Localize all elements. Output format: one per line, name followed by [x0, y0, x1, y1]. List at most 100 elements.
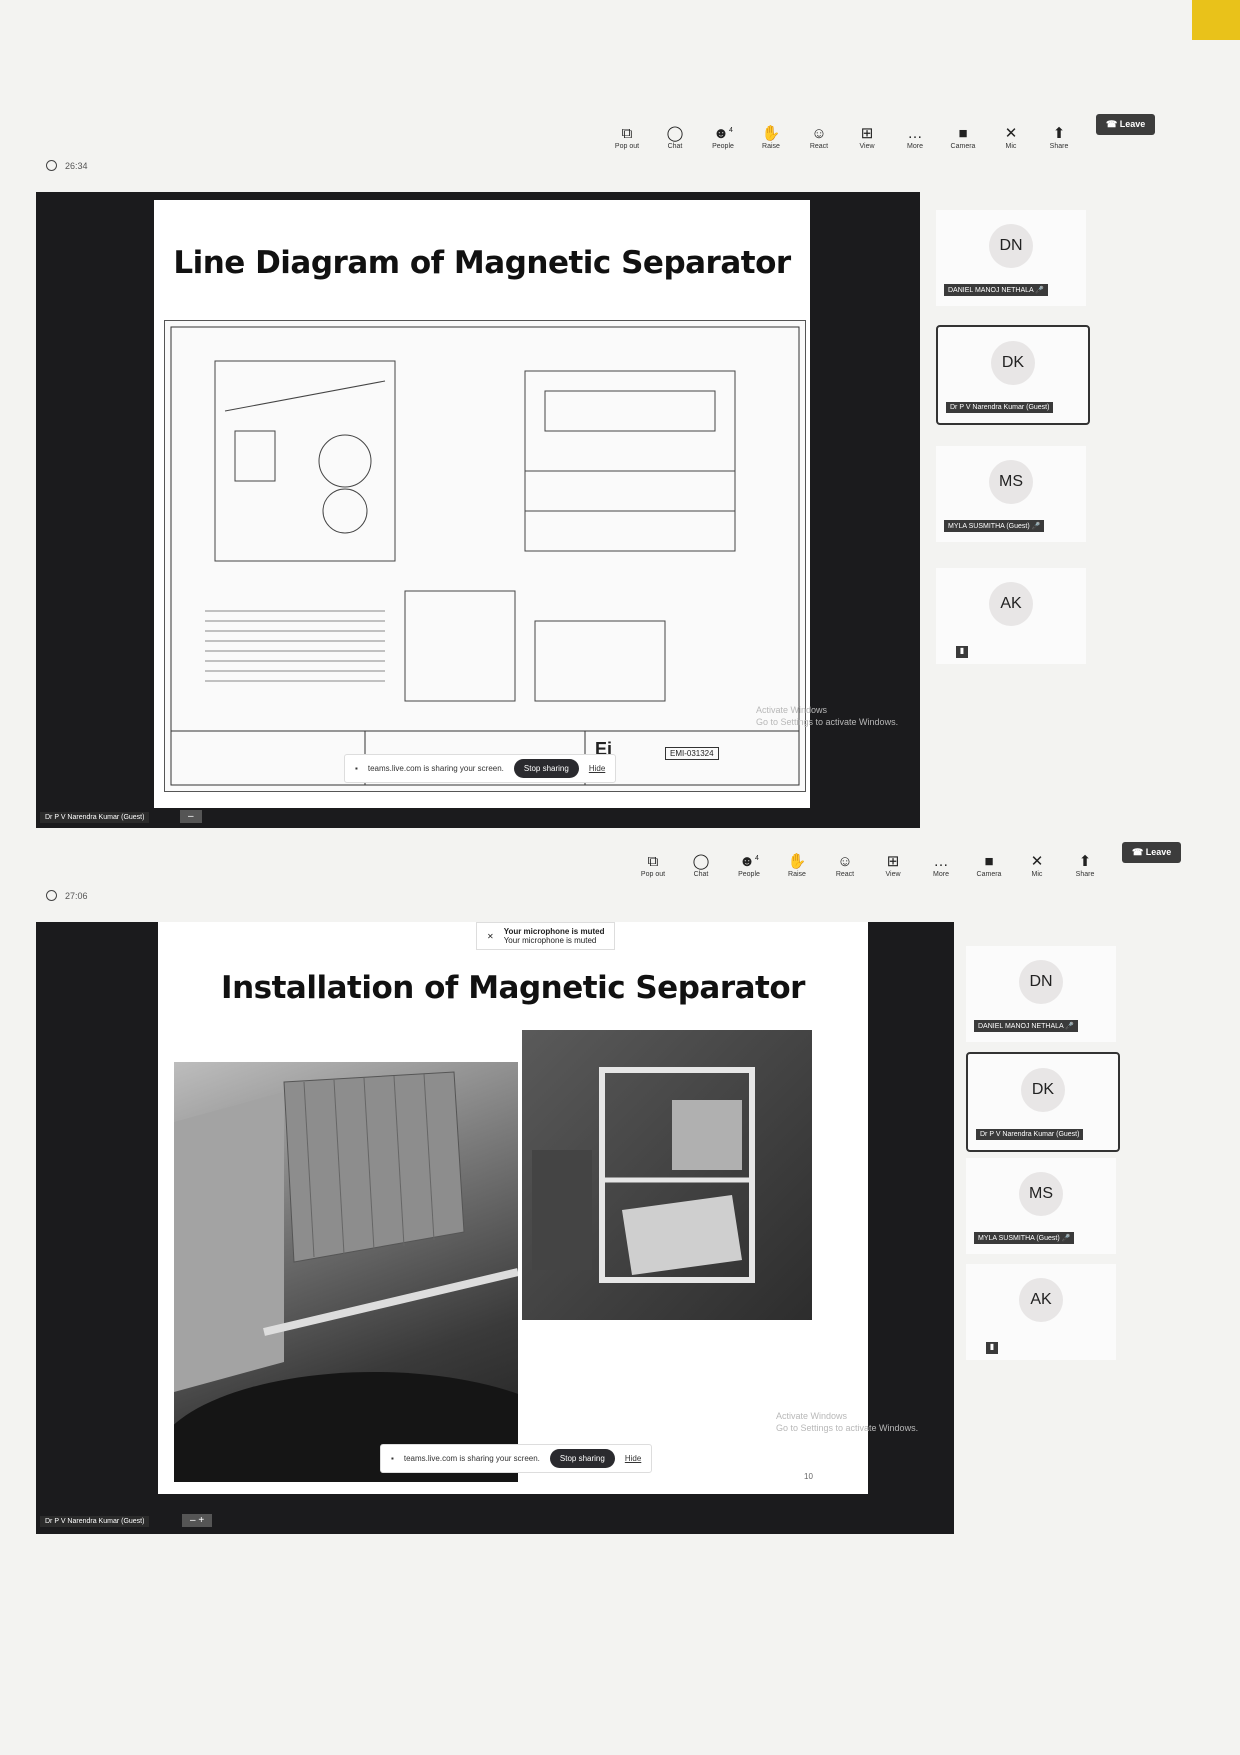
view-icon: ⊞ — [860, 125, 874, 142]
activate-windows-watermark: Activate Windows Go to Settings to activ… — [756, 705, 899, 727]
chat-button[interactable]: ◯ Chat — [658, 125, 692, 150]
more-button[interactable]: … More — [898, 125, 932, 150]
slide-title: Line Diagram of Magnetic Separator — [173, 245, 791, 281]
participant-tile[interactable]: DN DANIEL MANOJ NETHALA 🎤 — [966, 946, 1116, 1042]
camera-off-icon: ■ — [984, 853, 994, 870]
pop-out-button[interactable]: ⧉ Pop out — [610, 125, 644, 150]
participant-tile[interactable]: MS MYLA SUSMITHA (Guest) 🎤 — [966, 1158, 1116, 1254]
record-icon — [46, 160, 57, 171]
mic-button[interactable]: ✕ Mic — [1020, 853, 1054, 878]
react-icon: ☺ — [837, 853, 853, 870]
photo-detail — [154, 1071, 594, 1552]
meeting-toolbar: ⧉ Pop out ◯ Chat ☻4 People ✋ Raise ☺ React ⊞ V… — [636, 826, 1182, 878]
participants-panel: DN DANIEL MANOJ NETHALA 🎤 DK Dr P V Nare… — [936, 210, 1091, 710]
mic-muted-icon: ▮ — [986, 1342, 998, 1354]
view-icon: ⊞ — [886, 853, 900, 870]
leave-button[interactable]: ☎ Leave — [1096, 113, 1156, 135]
stop-sharing-button[interactable]: Stop sharing — [549, 1449, 615, 1468]
leave-button[interactable]: ☎ Leave — [1122, 841, 1182, 863]
drawing-lines — [170, 326, 800, 786]
hide-link[interactable]: Hide — [625, 1454, 641, 1463]
engineering-drawing: Ei EMI-031324 — [164, 320, 806, 792]
camera-button[interactable]: ■ Camera — [946, 125, 980, 150]
chat-icon: ◯ — [666, 125, 684, 142]
participant-name: DANIEL MANOJ NETHALA 🎤 — [944, 284, 1048, 296]
share-indicator-icon: ▪ — [355, 764, 358, 773]
camera-button[interactable]: ■ Camera — [972, 853, 1006, 878]
participant-tile[interactable]: AK ▮ — [966, 1264, 1116, 1360]
share-icon: ⬆ — [1052, 125, 1066, 142]
phone-icon: ☎ — [1106, 118, 1120, 129]
more-button[interactable]: … More — [924, 853, 958, 878]
share-indicator-icon: ▪ — [391, 1454, 394, 1463]
meeting-timer: 27:06 — [46, 890, 88, 901]
camera-off-icon: ■ — [958, 125, 968, 142]
presenter-name-tag: Dr P V Narendra Kumar (Guest) — [40, 812, 150, 823]
react-button[interactable]: ☺ React — [828, 853, 862, 878]
meeting-toolbar: ⧉ Pop out ◯ Chat ☻4 People ✋ Raise ☺ React ⊞ V… — [610, 98, 1156, 150]
mic-muted-icon: 🎤 — [1065, 1023, 1074, 1030]
participants-panel: DN DANIEL MANOJ NETHALA 🎤 DK Dr P V Nare… — [966, 946, 1121, 1366]
mic-button[interactable]: ✕ Mic — [994, 125, 1028, 150]
participant-tile[interactable]: DN DANIEL MANOJ NETHALA 🎤 — [936, 210, 1086, 306]
chat-button[interactable]: ◯ Chat — [684, 853, 718, 878]
installation-photo-exterior — [154, 1062, 594, 1552]
raise-button[interactable]: ✋ Raise — [754, 125, 788, 150]
more-icon: … — [907, 125, 923, 142]
view-button[interactable]: ⊞ View — [850, 125, 884, 150]
slide: Line Diagram of Magnetic Separator Ei EM… — [154, 200, 810, 808]
avatar: DK — [1021, 1068, 1065, 1112]
shared-screen-stage: Line Diagram of Magnetic Separator Ei EM… — [36, 192, 920, 828]
activate-windows-watermark: Activate Windows Go to Settings to activ… — [776, 1411, 919, 1433]
avatar: AK — [1019, 1278, 1063, 1322]
mic-off-icon: ✕ — [487, 931, 494, 941]
avatar: DN — [989, 224, 1033, 268]
raise-hand-icon: ✋ — [761, 125, 781, 142]
zoom-control[interactable]: – + — [182, 1514, 213, 1527]
participant-tile[interactable]: AK ▮ — [936, 568, 1086, 664]
participant-name: Dr P V Narendra Kumar (Guest) — [946, 402, 1054, 413]
drawing-reference: EMI-031324 — [665, 747, 719, 760]
people-icon: ☻4 — [739, 853, 759, 870]
shared-screen-stage: Installation of Magnetic Separator ✕ You… — [36, 922, 954, 1552]
share-button[interactable]: ⬆ Share — [1042, 125, 1076, 150]
pop-out-button[interactable]: ⧉ Pop out — [636, 853, 670, 878]
mic-muted-notification: ✕ Your microphone is muted Your microphon… — [476, 922, 616, 950]
view-button[interactable]: ⊞ View — [876, 853, 910, 878]
zoom-control[interactable]: – — [180, 810, 202, 823]
meeting-timer: 26:34 — [46, 160, 88, 171]
participant-tile-active[interactable]: DK Dr P V Narendra Kumar (Guest) — [936, 325, 1090, 425]
people-button[interactable]: ☻4 People — [706, 122, 740, 150]
participant-name: Dr P V Narendra Kumar (Guest) — [976, 1129, 1084, 1140]
hide-link[interactable]: Hide — [589, 764, 605, 773]
raise-button[interactable]: ✋ Raise — [780, 853, 814, 878]
participant-name: DANIEL MANOJ NETHALA 🎤 — [974, 1020, 1078, 1032]
slide-title: Installation of Magnetic Separator — [221, 970, 805, 1006]
photo-detail — [532, 1067, 755, 1283]
installation-photo-separator — [522, 1030, 812, 1320]
avatar: AK — [989, 582, 1033, 626]
participant-tile-active[interactable]: DK Dr P V Narendra Kumar (Guest) — [966, 1052, 1120, 1152]
presenter-name-tag: Dr P V Narendra Kumar (Guest) — [40, 1516, 150, 1527]
pop-out-icon: ⧉ — [647, 853, 659, 870]
react-icon: ☺ — [811, 125, 827, 142]
avatar: DK — [991, 341, 1035, 385]
avatar: MS — [989, 460, 1033, 504]
pop-out-icon: ⧉ — [621, 125, 633, 142]
record-icon — [46, 890, 57, 901]
mic-muted-icon: 🎤 — [1035, 287, 1044, 294]
mic-muted-icon: ▮ — [956, 646, 968, 658]
mic-muted-icon: 🎤 — [1031, 523, 1041, 530]
participant-tile[interactable]: MS MYLA SUSMITHA (Guest) 🎤 — [936, 446, 1086, 542]
mic-off-icon: ✕ — [1030, 853, 1044, 870]
participant-name: MYLA SUSMITHA (Guest) 🎤 — [974, 1232, 1075, 1244]
phone-icon: ☎ — [1132, 846, 1146, 857]
people-button[interactable]: ☻4 People — [732, 850, 766, 878]
paper-corner — [1192, 0, 1240, 40]
slide-number: 10 — [804, 1472, 813, 1481]
slide: Installation of Magnetic Separator ✕ You… — [154, 922, 868, 1552]
mic-muted-icon: 🎤 — [1061, 1235, 1071, 1242]
stop-sharing-button[interactable]: Stop sharing — [513, 759, 579, 778]
react-button[interactable]: ☺ React — [802, 125, 836, 150]
share-button[interactable]: ⬆ Share — [1068, 853, 1102, 878]
